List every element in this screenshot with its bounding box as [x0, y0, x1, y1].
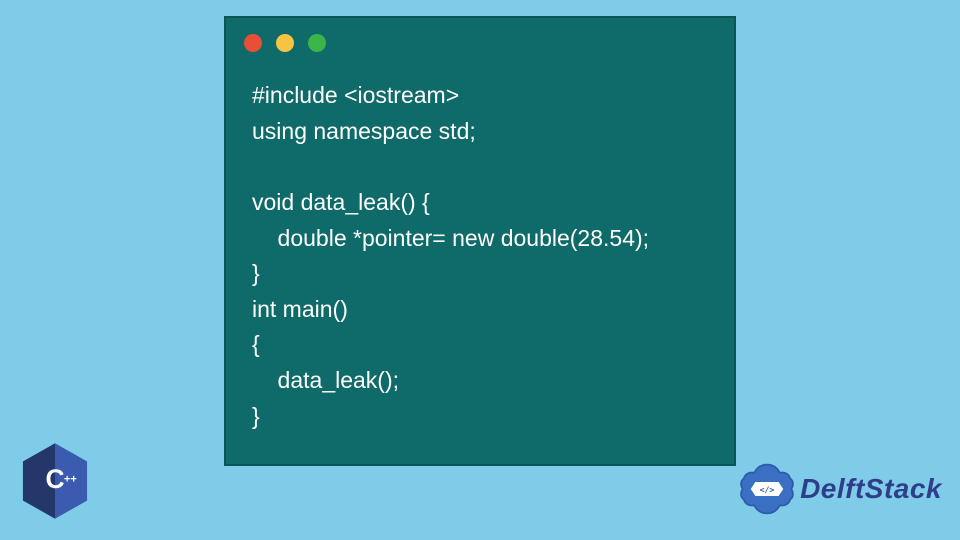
code-block: #include <iostream> using namespace std;…	[226, 60, 734, 452]
svg-text:</>: </>	[760, 484, 775, 494]
close-dot-icon	[244, 34, 262, 52]
window-controls	[226, 18, 734, 60]
maximize-dot-icon	[308, 34, 326, 52]
cpp-badge-icon: C ++	[20, 442, 90, 520]
brand-logo-icon: </>	[738, 460, 796, 518]
svg-text:++: ++	[64, 473, 77, 485]
code-card: #include <iostream> using namespace std;…	[224, 16, 736, 466]
brand: </> DelftStack	[738, 460, 942, 518]
minimize-dot-icon	[276, 34, 294, 52]
svg-text:C: C	[45, 464, 64, 494]
brand-name: DelftStack	[800, 473, 942, 505]
